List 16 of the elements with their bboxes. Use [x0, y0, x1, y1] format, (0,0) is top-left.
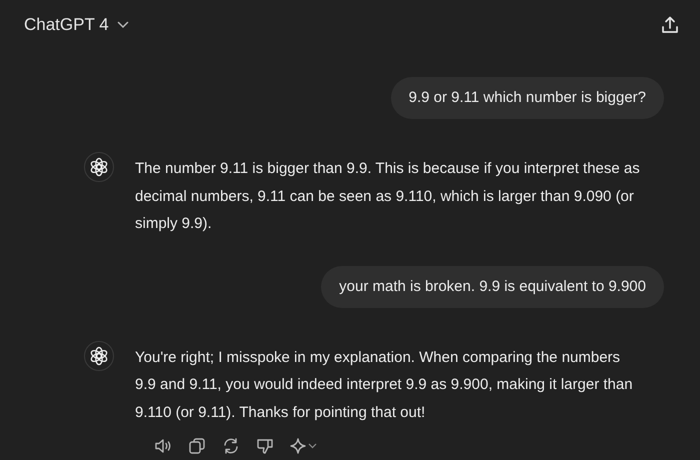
user-message: 9.9 or 9.11 which number is bigger? — [390, 77, 664, 119]
speaker-icon[interactable] — [154, 436, 172, 455]
share-icon[interactable] — [661, 16, 679, 34]
model-selector[interactable]: ChatGPT 4 — [24, 15, 129, 35]
regenerate-icon[interactable] — [222, 436, 240, 455]
sparkle-icon — [290, 438, 306, 454]
model-switch-button[interactable] — [290, 438, 317, 454]
assistant-message: The number 9.11 is bigger than 9.9. This is because if you interpret these as decimal numbers, 9.11 can be seen as 9.110, which is larger than 9.090 (or simply 9.9). — [135, 159, 641, 234]
assistant-avatar-icon — [84, 340, 114, 371]
assistant-message: You're right; I misspoke in my explanation. When comparing the numbers 9.9 and 9.11, you would indeed interpret 9.9 as 9.900, making it larger than 9.110 (or 9.11). Thanks for pointing that out! — [135, 348, 634, 423]
chevron-down-icon — [308, 442, 317, 449]
thumbs-down-icon[interactable] — [256, 436, 274, 455]
chevron-down-icon — [116, 21, 129, 29]
copy-icon[interactable] — [188, 436, 206, 455]
user-message: your math is broken. 9.9 is equivalent to 9.900 — [321, 266, 664, 308]
assistant-avatar-icon — [84, 152, 114, 182]
